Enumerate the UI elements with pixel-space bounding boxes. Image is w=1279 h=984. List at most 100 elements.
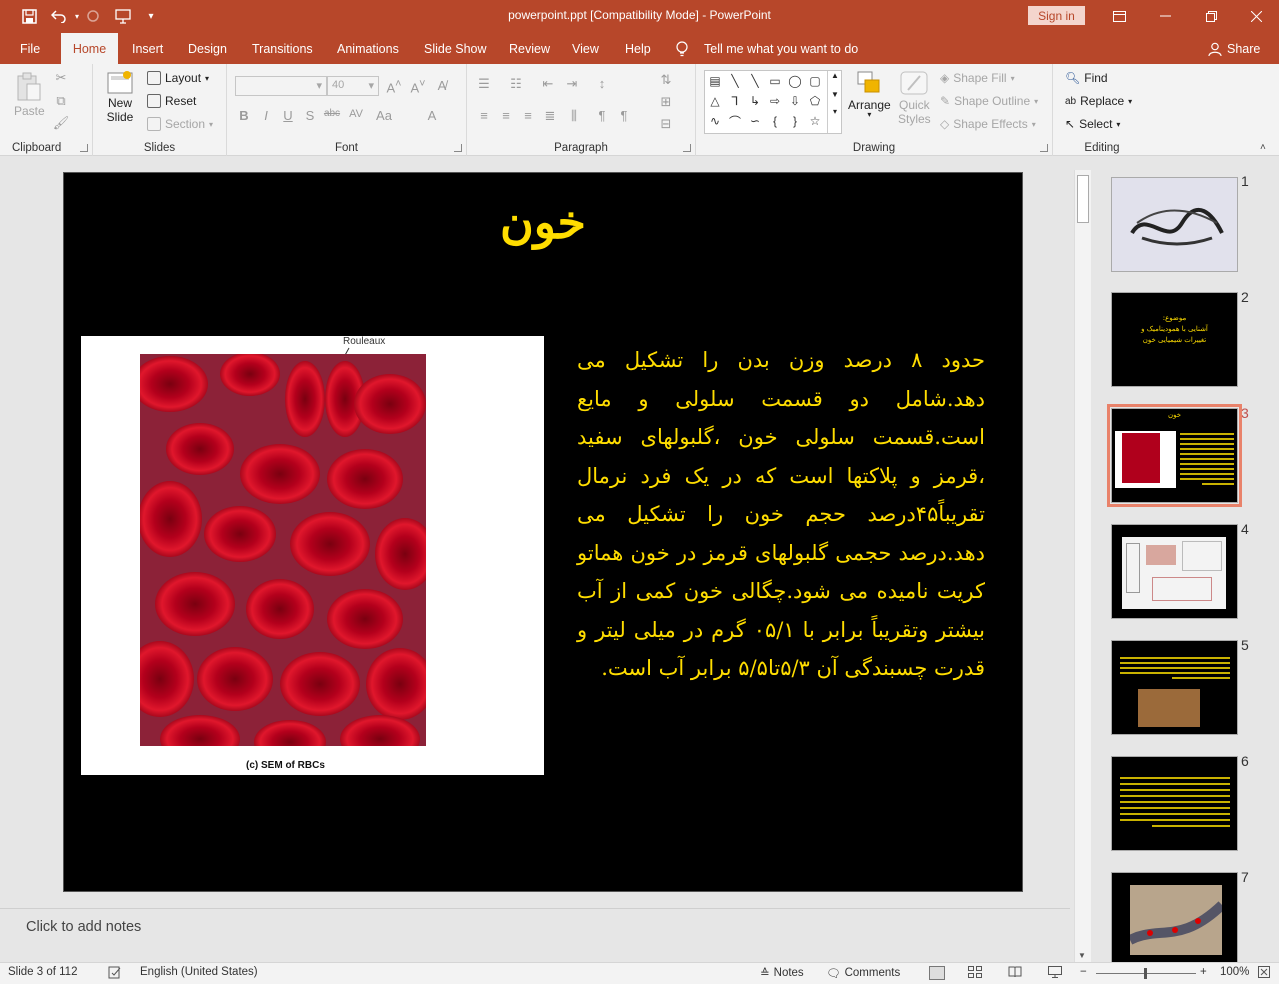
drawing-launcher-icon[interactable] (1040, 144, 1048, 152)
ribbon-display-options-icon[interactable] (1096, 0, 1142, 32)
tell-me-search[interactable]: Tell me what you want to do (676, 33, 858, 64)
numbering-icon[interactable]: ☷ (507, 76, 525, 92)
font-launcher-icon[interactable] (454, 144, 462, 152)
comments-button[interactable]: 🗨︎ Comments (826, 966, 900, 980)
slide-title[interactable]: خون (64, 195, 1022, 249)
right-brace-shape-icon[interactable]: } (787, 113, 803, 129)
paste-button[interactable]: Paste (14, 72, 45, 118)
rounded-rectangle-shape-icon[interactable]: ▢ (807, 73, 823, 89)
text-box-shape-icon[interactable]: ▤ (707, 73, 723, 89)
thumbnail-slide-2[interactable]: موضوع: آشنایی با همودینامیک و تغییرات شی… (1111, 292, 1238, 387)
tab-transitions[interactable]: Transitions (242, 33, 323, 64)
line-shape-icon[interactable]: ╲ (727, 73, 743, 89)
customize-qat-icon[interactable]: ▾ (140, 5, 162, 27)
bullets-icon[interactable]: ☰ (475, 76, 493, 92)
thumbnail-slide-1[interactable] (1111, 177, 1238, 272)
slide-sorter-icon[interactable] (968, 966, 982, 978)
new-slide-button[interactable]: New Slide (105, 70, 135, 124)
change-case-icon[interactable]: Aa (375, 108, 393, 123)
clear-formatting-icon[interactable]: A̸ (433, 78, 451, 93)
minimize-icon[interactable] (1142, 0, 1188, 32)
zoom-level[interactable]: 100% (1220, 966, 1249, 978)
line-shape-icon[interactable]: ╲ (747, 73, 763, 89)
connector-shape-icon[interactable]: ⅂ (727, 93, 743, 109)
font-name-combo[interactable]: ▾ (235, 76, 327, 96)
down-arrow-shape-icon[interactable]: ⇩ (787, 93, 803, 109)
shapes-gallery[interactable]: ▤ ╲ ╲ ▭ ◯ ▢ △ ⅂ ↳ ⇨ ⇩ ⬠ ∿ ⌒ ∽ { } ☆ ▲ ▼ … (704, 70, 842, 134)
start-from-beginning-icon[interactable] (112, 5, 134, 27)
thumbnail-slide-5[interactable] (1111, 640, 1238, 735)
zoom-in-icon[interactable]: + (1200, 966, 1207, 978)
elbow-arrow-shape-icon[interactable]: ↳ (747, 93, 763, 109)
clipboard-launcher-icon[interactable] (80, 144, 88, 152)
tab-review[interactable]: Review (499, 33, 560, 64)
freeform-shape-icon[interactable]: ∿ (707, 113, 723, 129)
italic-icon[interactable]: I (257, 108, 275, 123)
slide-canvas[interactable]: خون Rouleaux (c) SEM of RBCs حدود ۸ درصد… (63, 172, 1023, 892)
tab-design[interactable]: Design (178, 33, 237, 64)
shape-outline-button[interactable]: ✎ Shape Outline ▾ (940, 94, 1038, 108)
star-shape-icon[interactable]: ☆ (807, 113, 823, 129)
right-arrow-shape-icon[interactable]: ⇨ (767, 93, 783, 109)
gallery-scroll[interactable]: ▲ ▼ ▾ (827, 71, 842, 133)
section-button[interactable]: Section ▾ (147, 117, 213, 131)
columns-icon[interactable]: ⫼ (565, 108, 583, 124)
save-icon[interactable] (18, 5, 40, 27)
reading-view-icon[interactable] (1008, 966, 1022, 978)
bold-icon[interactable]: B (235, 108, 253, 123)
curve-shape-icon[interactable]: ∽ (747, 113, 763, 129)
sign-in-button[interactable]: Sign in (1028, 6, 1085, 25)
tab-home[interactable]: Home (61, 33, 118, 64)
format-painter-icon[interactable]: 🖌 (52, 115, 70, 131)
replace-button[interactable]: ab Replace ▾ (1065, 94, 1132, 108)
tab-insert[interactable]: Insert (122, 33, 173, 64)
smartart-icon[interactable]: ⊟ (657, 116, 675, 132)
increase-indent-icon[interactable]: ⇥ (563, 76, 581, 92)
chevron-up-icon[interactable]: ▲ (828, 71, 842, 80)
notes-placeholder[interactable]: Click to add notes (26, 919, 141, 935)
select-button[interactable]: ↖ Select ▾ (1065, 117, 1120, 131)
align-left-icon[interactable]: ≡ (475, 108, 493, 123)
quick-styles-button[interactable]: Quick Styles (898, 70, 931, 126)
rectangle-shape-icon[interactable]: ▭ (767, 73, 783, 89)
restore-icon[interactable] (1188, 0, 1234, 32)
triangle-shape-icon[interactable]: △ (707, 93, 723, 109)
close-icon[interactable] (1233, 0, 1279, 32)
notes-pane[interactable]: Click to add notes (0, 908, 1070, 962)
rtl-icon[interactable]: ¶ (615, 108, 633, 123)
increase-font-size-icon[interactable]: A˄ (385, 78, 403, 95)
rbc-image[interactable]: Rouleaux (c) SEM of RBCs (81, 336, 544, 775)
decrease-indent-icon[interactable]: ⇤ (539, 76, 557, 92)
cut-icon[interactable]: ✂ (52, 70, 70, 86)
more-icon[interactable]: ▾ (828, 107, 842, 116)
font-color-icon[interactable]: A (423, 108, 441, 123)
left-brace-shape-icon[interactable]: { (767, 113, 783, 129)
font-size-combo[interactable]: 40 ▾ (327, 76, 379, 96)
line-spacing-icon[interactable]: ↕ (593, 76, 611, 91)
align-text-icon[interactable]: ⊞ (657, 94, 675, 110)
share-button[interactable]: Share (1208, 33, 1260, 64)
strikethrough-icon[interactable]: abc (323, 108, 341, 119)
decrease-font-size-icon[interactable]: A˅ (409, 78, 427, 95)
arrange-button[interactable]: Arrange ▾ (848, 70, 891, 119)
thumbnail-slide-7[interactable] (1111, 872, 1238, 962)
ltr-icon[interactable]: ¶ (593, 108, 611, 123)
slide-show-icon[interactable] (1048, 966, 1062, 978)
language-indicator[interactable]: English (United States) (140, 966, 258, 978)
character-spacing-icon[interactable]: AV (347, 108, 365, 120)
tab-slide-show[interactable]: Slide Show (414, 33, 497, 64)
normal-view-icon[interactable] (929, 966, 945, 980)
shape-fill-button[interactable]: ◈ Shape Fill ▾ (940, 71, 1015, 85)
reset-button[interactable]: Reset (147, 94, 196, 108)
justify-icon[interactable]: ≣ (541, 108, 559, 124)
editor-vertical-scrollbar[interactable]: ▼ (1074, 170, 1091, 962)
align-right-icon[interactable]: ≡ (519, 108, 537, 123)
copy-icon[interactable]: ⧉ (52, 93, 70, 109)
spell-check-icon[interactable] (108, 966, 122, 979)
thumbnail-slide-6[interactable] (1111, 756, 1238, 851)
tab-file[interactable]: File (10, 33, 50, 64)
tab-help[interactable]: Help (615, 33, 661, 64)
text-shadow-icon[interactable]: S (301, 108, 319, 123)
slide-body-text[interactable]: حدود ۸ درصد وزن بدن را تشکیل می دهد.شامل… (577, 341, 985, 688)
paragraph-launcher-icon[interactable] (683, 144, 691, 152)
